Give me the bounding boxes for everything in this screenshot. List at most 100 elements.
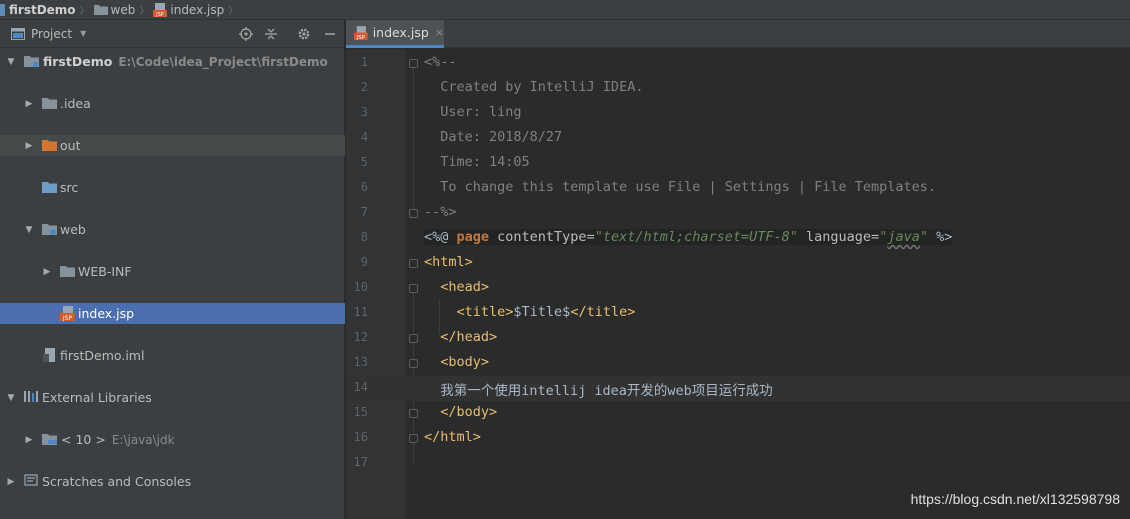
tree-item-web[interactable]: ▼ web [0, 219, 345, 240]
navigation-bar: firstDemo 〉 web 〉 JSP index.jsp 〉 [0, 0, 1130, 20]
collapsed-arrow-icon[interactable]: ▶ [24, 141, 34, 151]
code-line-17: 17 [346, 451, 1130, 476]
line-number: 3 [360, 105, 368, 119]
comment-token: --%> [424, 204, 457, 220]
comment-token: Created by IntelliJ IDEA. [424, 79, 644, 95]
line-number: 17 [353, 455, 368, 469]
web-folder-icon [42, 224, 57, 235]
code-text: <head> [424, 279, 489, 295]
collapsed-arrow-icon[interactable]: ▶ [6, 477, 16, 487]
tree-item-src[interactable]: src [0, 177, 345, 198]
code-line-13: 13 <body> [346, 351, 1130, 376]
tab-index-jsp[interactable]: JSP index.jsp × [346, 20, 444, 48]
attribute-name: language= [797, 229, 880, 245]
code-line-5: 5 Time: 14:05 [346, 151, 1130, 176]
expanded-arrow-icon[interactable]: ▼ [6, 57, 16, 67]
html-tag: <title> [424, 304, 514, 320]
code-text: <html> [424, 254, 473, 270]
tree-item-external-libraries[interactable]: ▼ External Libraries [0, 387, 345, 408]
iml-file-icon [43, 348, 55, 362]
tree-item-label: firstDemo.iml [60, 348, 145, 363]
code-text: Created by IntelliJ IDEA. [424, 79, 643, 95]
code-text: To change this template use File | Setti… [424, 179, 936, 195]
tree-item-label: out [60, 138, 81, 153]
code-text: </head> [424, 329, 497, 345]
fold-marker-icon[interactable] [409, 434, 418, 443]
line-number: 16 [353, 430, 368, 444]
code-editor[interactable]: 1 <%-- 2 Created by IntelliJ IDEA. 3 Use… [346, 49, 1130, 519]
code-line-15: 15 </body> [346, 401, 1130, 426]
tree-item-jdk-10[interactable]: ▶ < 10 > E:\java\jdk [0, 429, 345, 450]
code-line-2: 2 Created by IntelliJ IDEA. [346, 76, 1130, 101]
tree-item-scratches[interactable]: ▶ Scratches and Consoles [0, 471, 345, 492]
fold-marker-icon[interactable] [409, 284, 418, 293]
hide-panel-icon[interactable] [322, 26, 338, 42]
tree-item-label: web [60, 222, 86, 237]
breadcrumb-separator-icon: 〉 [228, 6, 239, 17]
line-number: 15 [353, 405, 368, 419]
fold-marker-icon[interactable] [409, 209, 418, 218]
tree-item-path: E:\Code\idea_Project\firstDemo [118, 55, 328, 69]
breadcrumb-label: index.jsp [170, 2, 225, 17]
code-line-9: 9 <html> [346, 251, 1130, 276]
code-text: <title>$Title$</title> [424, 304, 636, 320]
code-line-11: 11 <title>$Title$</title> [346, 301, 1130, 326]
comment-token: To change this template use File | Setti… [424, 179, 937, 195]
project-view-selector[interactable]: Project ▼ [11, 27, 86, 41]
project-panel-header: Project ▼ [0, 20, 344, 48]
tree-item-label: firstDemo E:\Code\idea_Project\firstDemo [43, 54, 328, 69]
fold-marker-icon[interactable] [409, 409, 418, 418]
breadcrumb-item-firstdemo[interactable]: firstDemo [0, 0, 76, 20]
code-text: --%> [424, 204, 457, 220]
breadcrumb-item-web[interactable]: web [93, 0, 135, 20]
html-tag: </html> [424, 429, 481, 445]
folder-icon [60, 266, 75, 277]
comment-token: <%-- [424, 54, 457, 70]
code-line-3: 3 User: ling [346, 101, 1130, 126]
code-line-12: 12 </head> [346, 326, 1130, 351]
breadcrumb-separator-icon: 〉 [139, 6, 150, 17]
fold-marker-icon[interactable] [409, 59, 418, 68]
comment-token: Time: 14:05 [424, 154, 530, 170]
tab-label: index.jsp [372, 25, 429, 40]
html-tag: </head> [424, 329, 498, 345]
code-text: User: ling [424, 104, 521, 120]
tree-item-name: firstDemo [43, 54, 113, 69]
collapse-all-icon[interactable] [263, 26, 279, 42]
tree-item-web-inf[interactable]: ▶ WEB-INF [0, 261, 345, 282]
tree-item-index-jsp[interactable]: JSP index.jsp [0, 303, 345, 324]
expanded-arrow-icon[interactable]: ▼ [6, 393, 16, 403]
html-tag: </title> [570, 304, 636, 320]
locate-file-icon[interactable] [238, 26, 254, 42]
tree-item-out[interactable]: ▶ out [0, 135, 345, 156]
breadcrumb-item-index-jsp[interactable]: JSP index.jsp [153, 0, 224, 20]
attribute-quote: " [919, 229, 928, 245]
code-line-14: 14 我第一个使用intellij idea开发的web项目运行成功 [346, 376, 1130, 401]
jsp-file-icon: JSP [60, 306, 75, 321]
jsp-file-icon: JSP [153, 2, 168, 17]
tree-item-firstdemo-iml[interactable]: firstDemo.iml [0, 345, 345, 366]
tree-item-idea[interactable]: ▶ .idea [0, 93, 345, 114]
module-folder-icon [24, 56, 39, 67]
close-icon[interactable]: × [435, 26, 444, 39]
code-text: </body> [424, 404, 497, 420]
svg-text:JSP: JSP [156, 12, 165, 17]
collapsed-arrow-icon[interactable]: ▶ [24, 99, 34, 109]
code-text: Time: 14:05 [424, 154, 530, 170]
fold-marker-icon[interactable] [409, 259, 418, 268]
fold-marker-icon[interactable] [409, 359, 418, 368]
tree-item-firstdemo[interactable]: ▼ firstDemo E:\Code\idea_Project\firstDem… [0, 51, 345, 72]
library-icon [24, 391, 38, 402]
line-number: 11 [353, 305, 368, 319]
fold-marker-icon[interactable] [409, 334, 418, 343]
code-text: <%-- [424, 54, 457, 70]
expanded-arrow-icon[interactable]: ▼ [24, 225, 34, 235]
gear-icon[interactable] [296, 26, 312, 42]
line-number: 2 [360, 80, 368, 94]
collapsed-arrow-icon[interactable]: ▶ [42, 267, 52, 277]
directive-keyword: page [456, 229, 490, 245]
folder-icon [42, 98, 57, 109]
collapsed-arrow-icon[interactable]: ▶ [24, 435, 34, 445]
code-line-16: 16 </html> [346, 426, 1130, 451]
html-tag: <head> [424, 279, 490, 295]
